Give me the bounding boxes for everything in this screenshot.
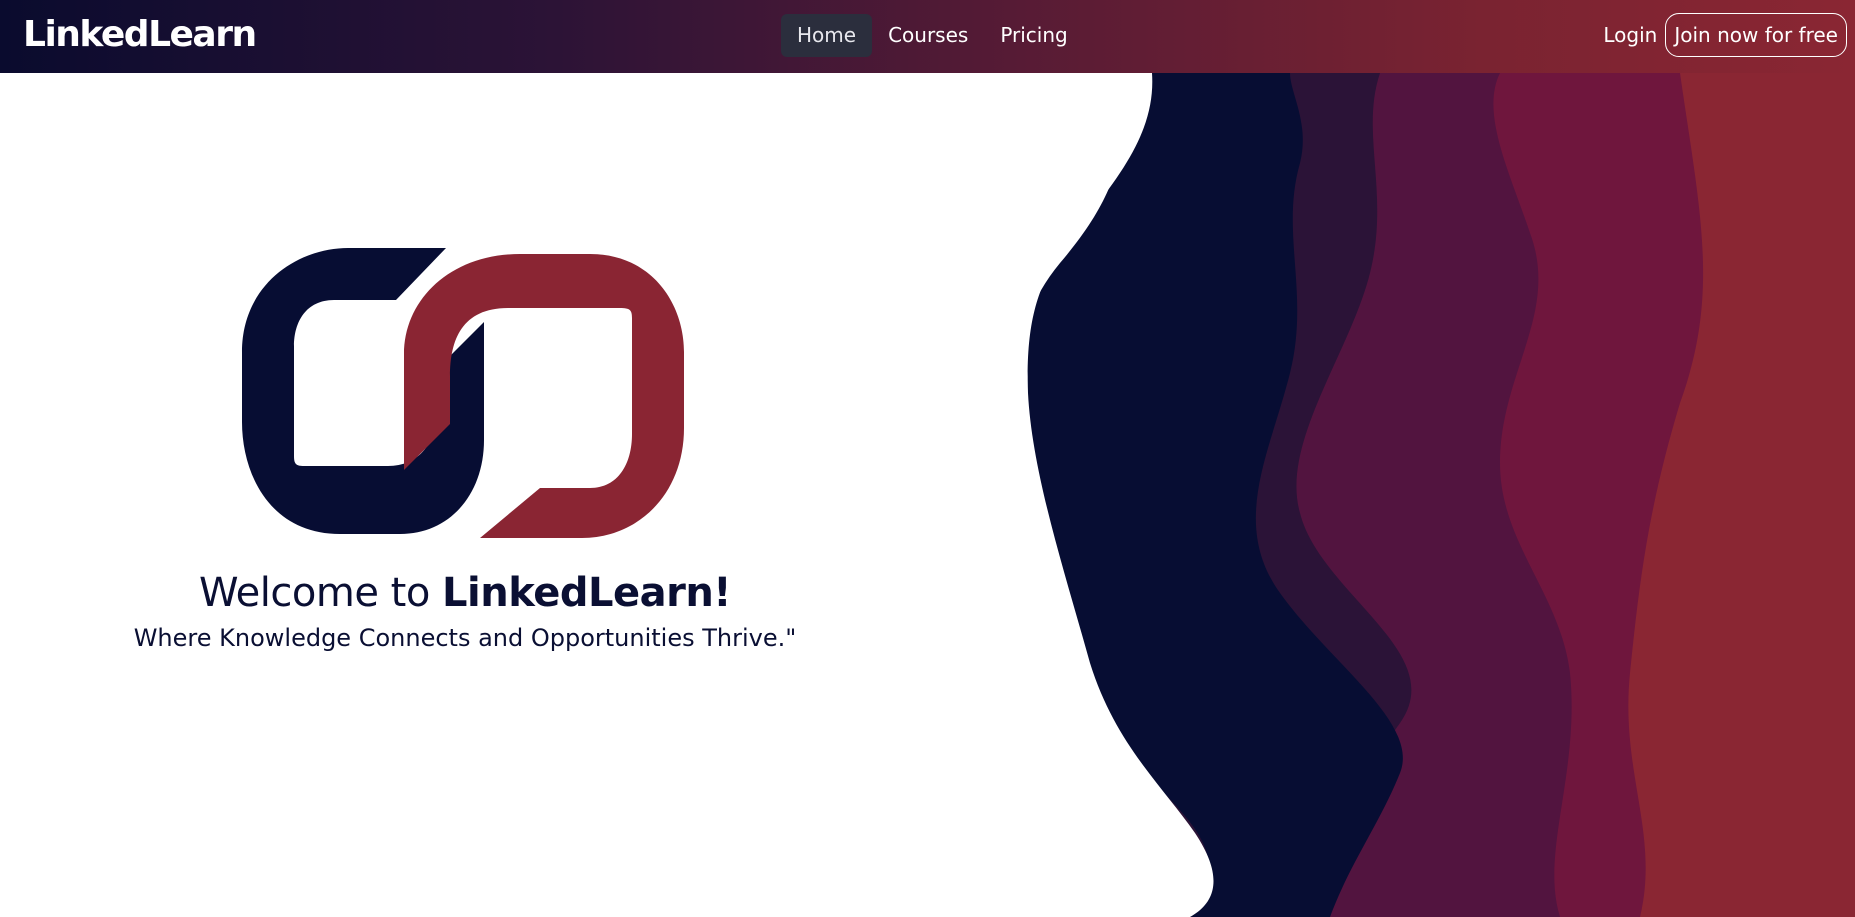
auth-area: Login Join now for free xyxy=(1603,13,1847,57)
join-button[interactable]: Join now for free xyxy=(1665,13,1847,57)
nav-link-home[interactable]: Home xyxy=(781,14,873,57)
hero-title: Welcome to LinkedLearn! xyxy=(0,570,930,616)
brand-logo-text[interactable]: LinkedLearn xyxy=(23,12,257,58)
linked-chain-logo-icon xyxy=(242,248,684,538)
login-link[interactable]: Login xyxy=(1603,13,1657,57)
hero-subtitle: Where Knowledge Connects and Opportuniti… xyxy=(133,624,797,652)
top-navbar: LinkedLearn Home Courses Pricing Login J… xyxy=(0,0,1855,73)
nav-links: Home Courses Pricing xyxy=(781,14,1084,57)
nav-link-courses[interactable]: Courses xyxy=(872,14,984,57)
hero-title-prefix: Welcome to xyxy=(198,570,443,616)
nav-link-pricing[interactable]: Pricing xyxy=(984,14,1083,57)
hero-title-brand: LinkedLearn! xyxy=(442,570,732,616)
